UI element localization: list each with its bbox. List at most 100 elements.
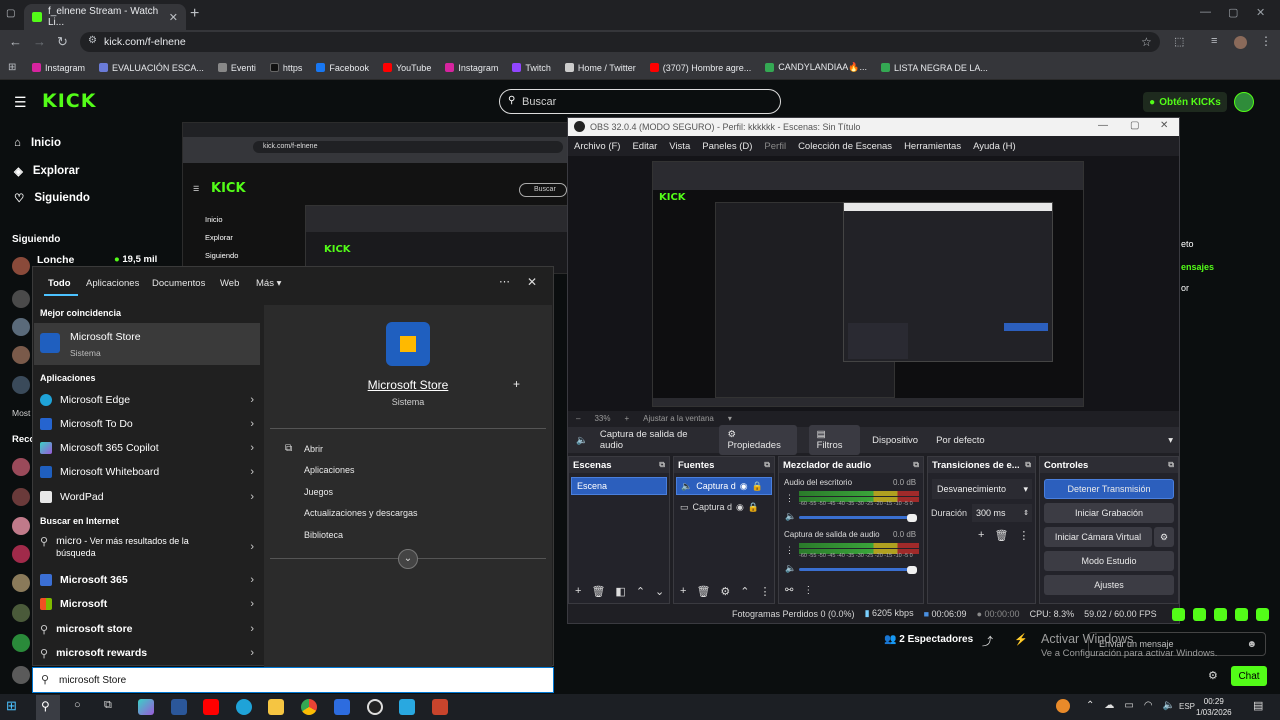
menu-editar[interactable]: Editar bbox=[632, 141, 657, 152]
more-options-icon[interactable]: ⋯ bbox=[499, 275, 510, 288]
tab-web[interactable]: Web bbox=[220, 278, 239, 289]
site-info-icon[interactable]: ⚙ bbox=[88, 35, 97, 46]
emote-icon[interactable] bbox=[1193, 608, 1206, 621]
close-tab-icon[interactable]: ✕ bbox=[169, 11, 178, 24]
browser-tab[interactable]: f_elnene Stream - Watch Li... ✕ bbox=[24, 4, 186, 30]
trash-icon[interactable]: 🗑 bbox=[591, 585, 605, 598]
bookmark-item[interactable]: Instagram bbox=[445, 63, 498, 73]
tab-aplicaciones[interactable]: Aplicaciones bbox=[86, 278, 139, 289]
channel-avatar[interactable] bbox=[12, 666, 30, 684]
user-avatar[interactable] bbox=[1234, 92, 1254, 112]
maximize-icon[interactable]: ▢ bbox=[1228, 6, 1238, 19]
hamburger-menu-icon[interactable]: ☰ bbox=[14, 94, 27, 111]
settings-button[interactable]: Ajustes bbox=[1044, 575, 1174, 595]
stop-streaming-button[interactable]: Detener Transmisión bbox=[1044, 479, 1174, 499]
menu-vista[interactable]: Vista bbox=[669, 141, 690, 152]
more-icon[interactable]: ⋮ bbox=[803, 585, 813, 596]
sidebar-item-explorar[interactable]: ◈ Explorar bbox=[14, 164, 80, 178]
more-icon[interactable]: ⋮ bbox=[785, 493, 794, 504]
chat-send-button[interactable]: Chat bbox=[1231, 666, 1267, 686]
volume-slider[interactable] bbox=[799, 568, 915, 571]
bookmark-item[interactable]: Facebook bbox=[316, 63, 369, 73]
zoom-in-icon[interactable]: + bbox=[624, 414, 629, 423]
eye-icon[interactable]: ◉ bbox=[736, 499, 744, 517]
tab-search-icon[interactable]: ▢ bbox=[6, 8, 15, 19]
source-item[interactable]: 🔈 Captura d ◉ 🔒 bbox=[676, 477, 772, 495]
microphone-icon[interactable] bbox=[432, 699, 448, 715]
minimize-icon[interactable]: — bbox=[1098, 120, 1108, 131]
add-icon[interactable]: + bbox=[680, 585, 686, 598]
dock-undock-icon[interactable]: ⧉ bbox=[913, 460, 919, 470]
bookmark-item[interactable]: Home / Twitter bbox=[564, 63, 636, 73]
cloud-icon[interactable]: ☁ bbox=[1104, 700, 1114, 711]
emote-icon[interactable] bbox=[1172, 608, 1185, 621]
extensions-icon[interactable]: ⬚ bbox=[1174, 35, 1184, 48]
close-icon[interactable]: ✕ bbox=[1160, 120, 1168, 131]
menu-perfil[interactable]: Perfil bbox=[764, 141, 786, 152]
channel-avatar[interactable] bbox=[12, 634, 30, 652]
zoom-icon[interactable] bbox=[334, 699, 350, 715]
best-match-item[interactable]: Microsoft Store Sistema bbox=[34, 323, 260, 365]
properties-button[interactable]: ⚙ Propiedades bbox=[719, 425, 797, 455]
zoom-out-icon[interactable]: – bbox=[576, 414, 580, 423]
tab-documentos[interactable]: Documentos bbox=[152, 278, 205, 289]
source-item[interactable]: ▭ Captura d ◉ 🔒 bbox=[676, 499, 772, 517]
bookmark-item[interactable]: Eventi bbox=[217, 63, 256, 73]
channel-avatar[interactable] bbox=[12, 346, 30, 364]
app-result[interactable]: WordPad › bbox=[40, 486, 254, 508]
sidebar-item-inicio[interactable]: ⌂ Inicio bbox=[14, 137, 61, 149]
chevron-right-icon[interactable]: › bbox=[250, 647, 254, 659]
more-icon[interactable]: ⋮ bbox=[785, 545, 794, 556]
spinner-icon[interactable]: ⇕ bbox=[1023, 509, 1029, 517]
chevron-up-icon[interactable]: ⌃ bbox=[636, 585, 645, 598]
app-result[interactable]: Microsoft 365 Copilot › bbox=[40, 437, 254, 459]
obs-preview-canvas[interactable]: KICK bbox=[652, 161, 1084, 407]
channel-avatar[interactable] bbox=[12, 545, 30, 563]
action-actualizaciones[interactable]: Actualizaciones y descargas bbox=[304, 508, 418, 518]
network-icon[interactable]: ▭ bbox=[1124, 700, 1133, 711]
task-view-icon[interactable]: ⧉ bbox=[104, 699, 112, 712]
web-result[interactable]: Microsoft › bbox=[40, 593, 254, 615]
search-taskbar-button[interactable]: ⚲ bbox=[36, 695, 60, 720]
device-select[interactable]: Por defecto ▾ bbox=[930, 430, 1179, 450]
volume-knob[interactable] bbox=[907, 566, 917, 574]
channel-avatar[interactable] bbox=[12, 376, 30, 394]
transition-select[interactable]: Desvanecimiento ▾ bbox=[932, 479, 1032, 499]
add-icon[interactable]: + bbox=[978, 529, 984, 542]
followed-channel-name[interactable]: Lonche bbox=[37, 254, 74, 266]
bookmark-item[interactable]: https bbox=[269, 63, 302, 73]
gear-icon[interactable]: ⚙ bbox=[1154, 527, 1174, 547]
bookmark-item[interactable]: (3707) Hombre agre... bbox=[649, 63, 751, 73]
weather-icon[interactable] bbox=[1056, 699, 1070, 713]
start-recording-button[interactable]: Iniciar Grabación bbox=[1044, 503, 1174, 523]
chevron-right-icon[interactable]: › bbox=[250, 491, 254, 503]
emote-icon[interactable] bbox=[1256, 608, 1269, 621]
new-tab-icon[interactable]: + bbox=[190, 5, 199, 23]
expand-chevron-icon[interactable]: ⌄ bbox=[398, 549, 418, 569]
more-icon[interactable]: ⋮ bbox=[1018, 529, 1029, 542]
channel-avatar[interactable] bbox=[12, 574, 30, 592]
more-icon[interactable]: ⋮ bbox=[760, 585, 771, 598]
back-icon[interactable]: ← bbox=[9, 34, 22, 49]
emoji-icon[interactable]: ☻ bbox=[1246, 639, 1257, 650]
action-biblioteca[interactable]: Biblioteca bbox=[304, 530, 343, 540]
app-result[interactable]: Microsoft Whiteboard › bbox=[40, 461, 254, 483]
emote-icon[interactable] bbox=[1214, 608, 1227, 621]
bookmark-item[interactable]: YouTube bbox=[382, 63, 431, 73]
bookmark-item[interactable]: LISTA NEGRA DE LA... bbox=[881, 63, 988, 73]
reading-list-icon[interactable]: ≡ bbox=[1211, 35, 1217, 47]
studio-mode-button[interactable]: Modo Estudio bbox=[1044, 551, 1174, 571]
word-icon[interactable] bbox=[171, 699, 187, 715]
tab-todo[interactable]: Todo bbox=[48, 278, 71, 289]
chevron-right-icon[interactable]: › bbox=[250, 466, 254, 478]
menu-coleccion[interactable]: Colección de Escenas bbox=[798, 141, 892, 152]
sidebar-item-siguiendo[interactable]: ♡ Siguiendo bbox=[14, 191, 90, 205]
fit-to-window[interactable]: Ajustar a la ventana bbox=[643, 414, 714, 423]
lock-icon[interactable]: 🔒 bbox=[748, 499, 759, 517]
dock-undock-icon[interactable]: ⧉ bbox=[764, 460, 770, 470]
forward-icon[interactable]: → bbox=[33, 34, 46, 49]
obs-taskbar-icon[interactable] bbox=[367, 699, 383, 715]
share-icon[interactable]: ⤴ bbox=[982, 633, 993, 649]
volume-slider[interactable] bbox=[799, 516, 915, 519]
apps-grid-icon[interactable]: ⊞ bbox=[8, 62, 16, 73]
